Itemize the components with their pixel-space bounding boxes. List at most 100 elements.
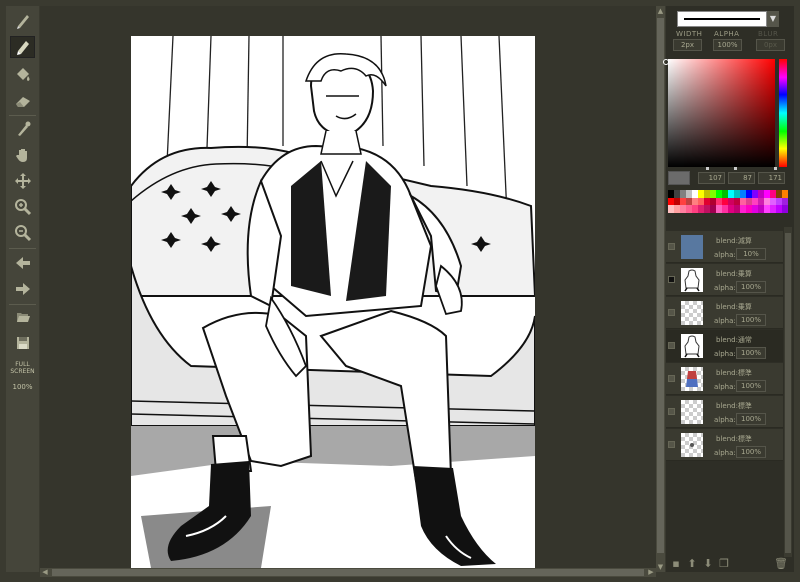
fullscreen-label-2: SCREEN (10, 368, 35, 375)
trash-icon[interactable]: 🗑 (774, 558, 788, 570)
canvas-area[interactable] (40, 6, 656, 568)
layer-thumbnail (681, 433, 703, 457)
color-palette (668, 190, 788, 220)
move-up-icon[interactable]: ⬆ (686, 558, 698, 570)
saturation-value-picker[interactable] (668, 59, 775, 167)
new-layer-icon[interactable]: ▪ (670, 558, 682, 570)
scroll-right-icon[interactable]: ▶ (646, 568, 656, 577)
horizontal-scroll-thumb[interactable] (52, 569, 644, 576)
scroll-left-icon[interactable]: ◀ (40, 568, 50, 577)
horizontal-scrollbar[interactable]: ◀ ▶ (40, 568, 656, 577)
layer-item[interactable]: blend:乗算 alpha: 100% (666, 264, 783, 296)
layer-scroll-thumb[interactable] (785, 233, 791, 553)
toolbar-separator (9, 248, 36, 249)
red-slider[interactable] (698, 167, 725, 170)
layer-visibility-checkbox[interactable] (668, 441, 675, 448)
width-label: WIDTH (676, 30, 703, 38)
layer-item[interactable]: blend:標準 alpha: 100% (666, 396, 783, 428)
fullscreen-label-1: FULL (15, 361, 30, 368)
pen-tool[interactable] (10, 10, 35, 32)
layer-blend-mode[interactable]: blend:標準 (716, 401, 752, 411)
scroll-up-icon[interactable]: ▲ (656, 6, 665, 16)
palette-swatch[interactable] (782, 190, 788, 198)
layer-thumbnail (681, 367, 703, 391)
layer-list: blend:減算 alpha: 10% blend:乗算 alpha: 100% blend… (666, 227, 784, 557)
layer-item[interactable]: blend:標準 alpha: 100% (666, 363, 783, 395)
hue-slider[interactable] (779, 59, 787, 167)
alpha-label: ALPHA (714, 30, 740, 38)
blue-slider[interactable] (758, 167, 785, 170)
artwork-canvas[interactable] (131, 36, 535, 568)
move-tool[interactable] (10, 170, 35, 192)
layer-visibility-checkbox[interactable] (668, 375, 675, 382)
zoom-in-tool[interactable] (10, 196, 35, 218)
green-slider[interactable] (728, 167, 755, 170)
layer-item[interactable]: blend:通常 alpha: 100% (666, 330, 783, 362)
scroll-down-icon[interactable]: ▼ (656, 562, 665, 572)
brush-dropdown[interactable]: ▼ (767, 11, 779, 27)
layer-visibility-checkbox[interactable] (668, 309, 675, 316)
open-tool[interactable] (10, 306, 35, 328)
layer-alpha-input[interactable]: 100% (736, 380, 766, 392)
layer-alpha-label: alpha: (714, 449, 736, 457)
layer-blend-mode[interactable]: blend:乗算 (716, 302, 752, 312)
current-color-swatch (668, 171, 690, 185)
pencil-icon (16, 41, 29, 55)
layer-visibility-checkbox[interactable] (668, 243, 675, 250)
layer-thumbnail (681, 268, 703, 292)
blue-value[interactable]: 171 (758, 172, 785, 184)
brush-stroke-sample (684, 18, 760, 20)
layer-blend-mode[interactable]: blend:減算 (716, 236, 752, 246)
move-down-icon[interactable]: ⬇ (702, 558, 714, 570)
layer-scrollbar[interactable] (784, 227, 792, 557)
hand-icon (15, 149, 27, 162)
redo-tool[interactable] (10, 278, 35, 300)
layer-visibility-checkbox[interactable] (668, 276, 675, 283)
save-icon (16, 337, 29, 349)
layer-item[interactable]: blend:減算 alpha: 10% (666, 231, 783, 263)
layer-thumbnail (681, 235, 703, 259)
eraser-tool[interactable] (10, 90, 35, 112)
layer-alpha-input[interactable]: 100% (736, 413, 766, 425)
brush-preview[interactable] (677, 11, 767, 27)
layer-blend-mode[interactable]: blend:乗算 (716, 269, 752, 279)
layer-blend-mode[interactable]: blend:標準 (716, 368, 752, 378)
layer-thumbnail (681, 301, 703, 325)
hand-tool[interactable] (10, 144, 35, 166)
layer-alpha-input[interactable]: 100% (736, 314, 766, 326)
vertical-scroll-thumb[interactable] (657, 18, 664, 553)
layer-thumbnail (681, 334, 703, 358)
layer-alpha-input[interactable]: 10% (736, 248, 766, 260)
layer-alpha-label: alpha: (714, 350, 736, 358)
palette-swatch[interactable] (782, 205, 788, 213)
duplicate-layer-icon[interactable]: ❐ (718, 558, 730, 570)
alpha-input[interactable]: 100% (713, 39, 742, 51)
layer-blend-mode[interactable]: blend:標準 (716, 434, 752, 444)
layer-visibility-checkbox[interactable] (668, 342, 675, 349)
eyedropper-icon (17, 121, 30, 136)
save-tool[interactable] (10, 332, 35, 354)
palette-swatch[interactable] (782, 197, 788, 205)
width-input[interactable]: 2px (673, 39, 702, 51)
eraser-icon (15, 97, 30, 107)
layer-item[interactable]: blend:標準 alpha: 100% (666, 429, 783, 461)
fullscreen-button[interactable]: FULL SCREEN (6, 361, 39, 375)
green-value[interactable]: 87 (728, 172, 755, 184)
zoom-out-icon (14, 225, 31, 242)
zoom-level: 100% (12, 383, 33, 391)
layer-item[interactable]: blend:乗算 alpha: 100% (666, 297, 783, 329)
color-picker-cursor[interactable] (663, 59, 669, 65)
blur-input[interactable]: 0px (756, 39, 785, 51)
eyedropper-tool[interactable] (10, 118, 35, 140)
vertical-scrollbar[interactable]: ▲ ▼ (656, 6, 665, 572)
pencil-tool[interactable] (10, 36, 35, 58)
layer-blend-mode[interactable]: blend:通常 (716, 335, 752, 345)
red-value[interactable]: 107 (698, 172, 725, 184)
layer-alpha-input[interactable]: 100% (736, 446, 766, 458)
undo-tool[interactable] (10, 252, 35, 274)
bucket-tool[interactable] (10, 64, 35, 86)
layer-visibility-checkbox[interactable] (668, 408, 675, 415)
layer-alpha-input[interactable]: 100% (736, 347, 766, 359)
layer-alpha-input[interactable]: 100% (736, 281, 766, 293)
zoom-out-tool[interactable] (10, 222, 35, 244)
